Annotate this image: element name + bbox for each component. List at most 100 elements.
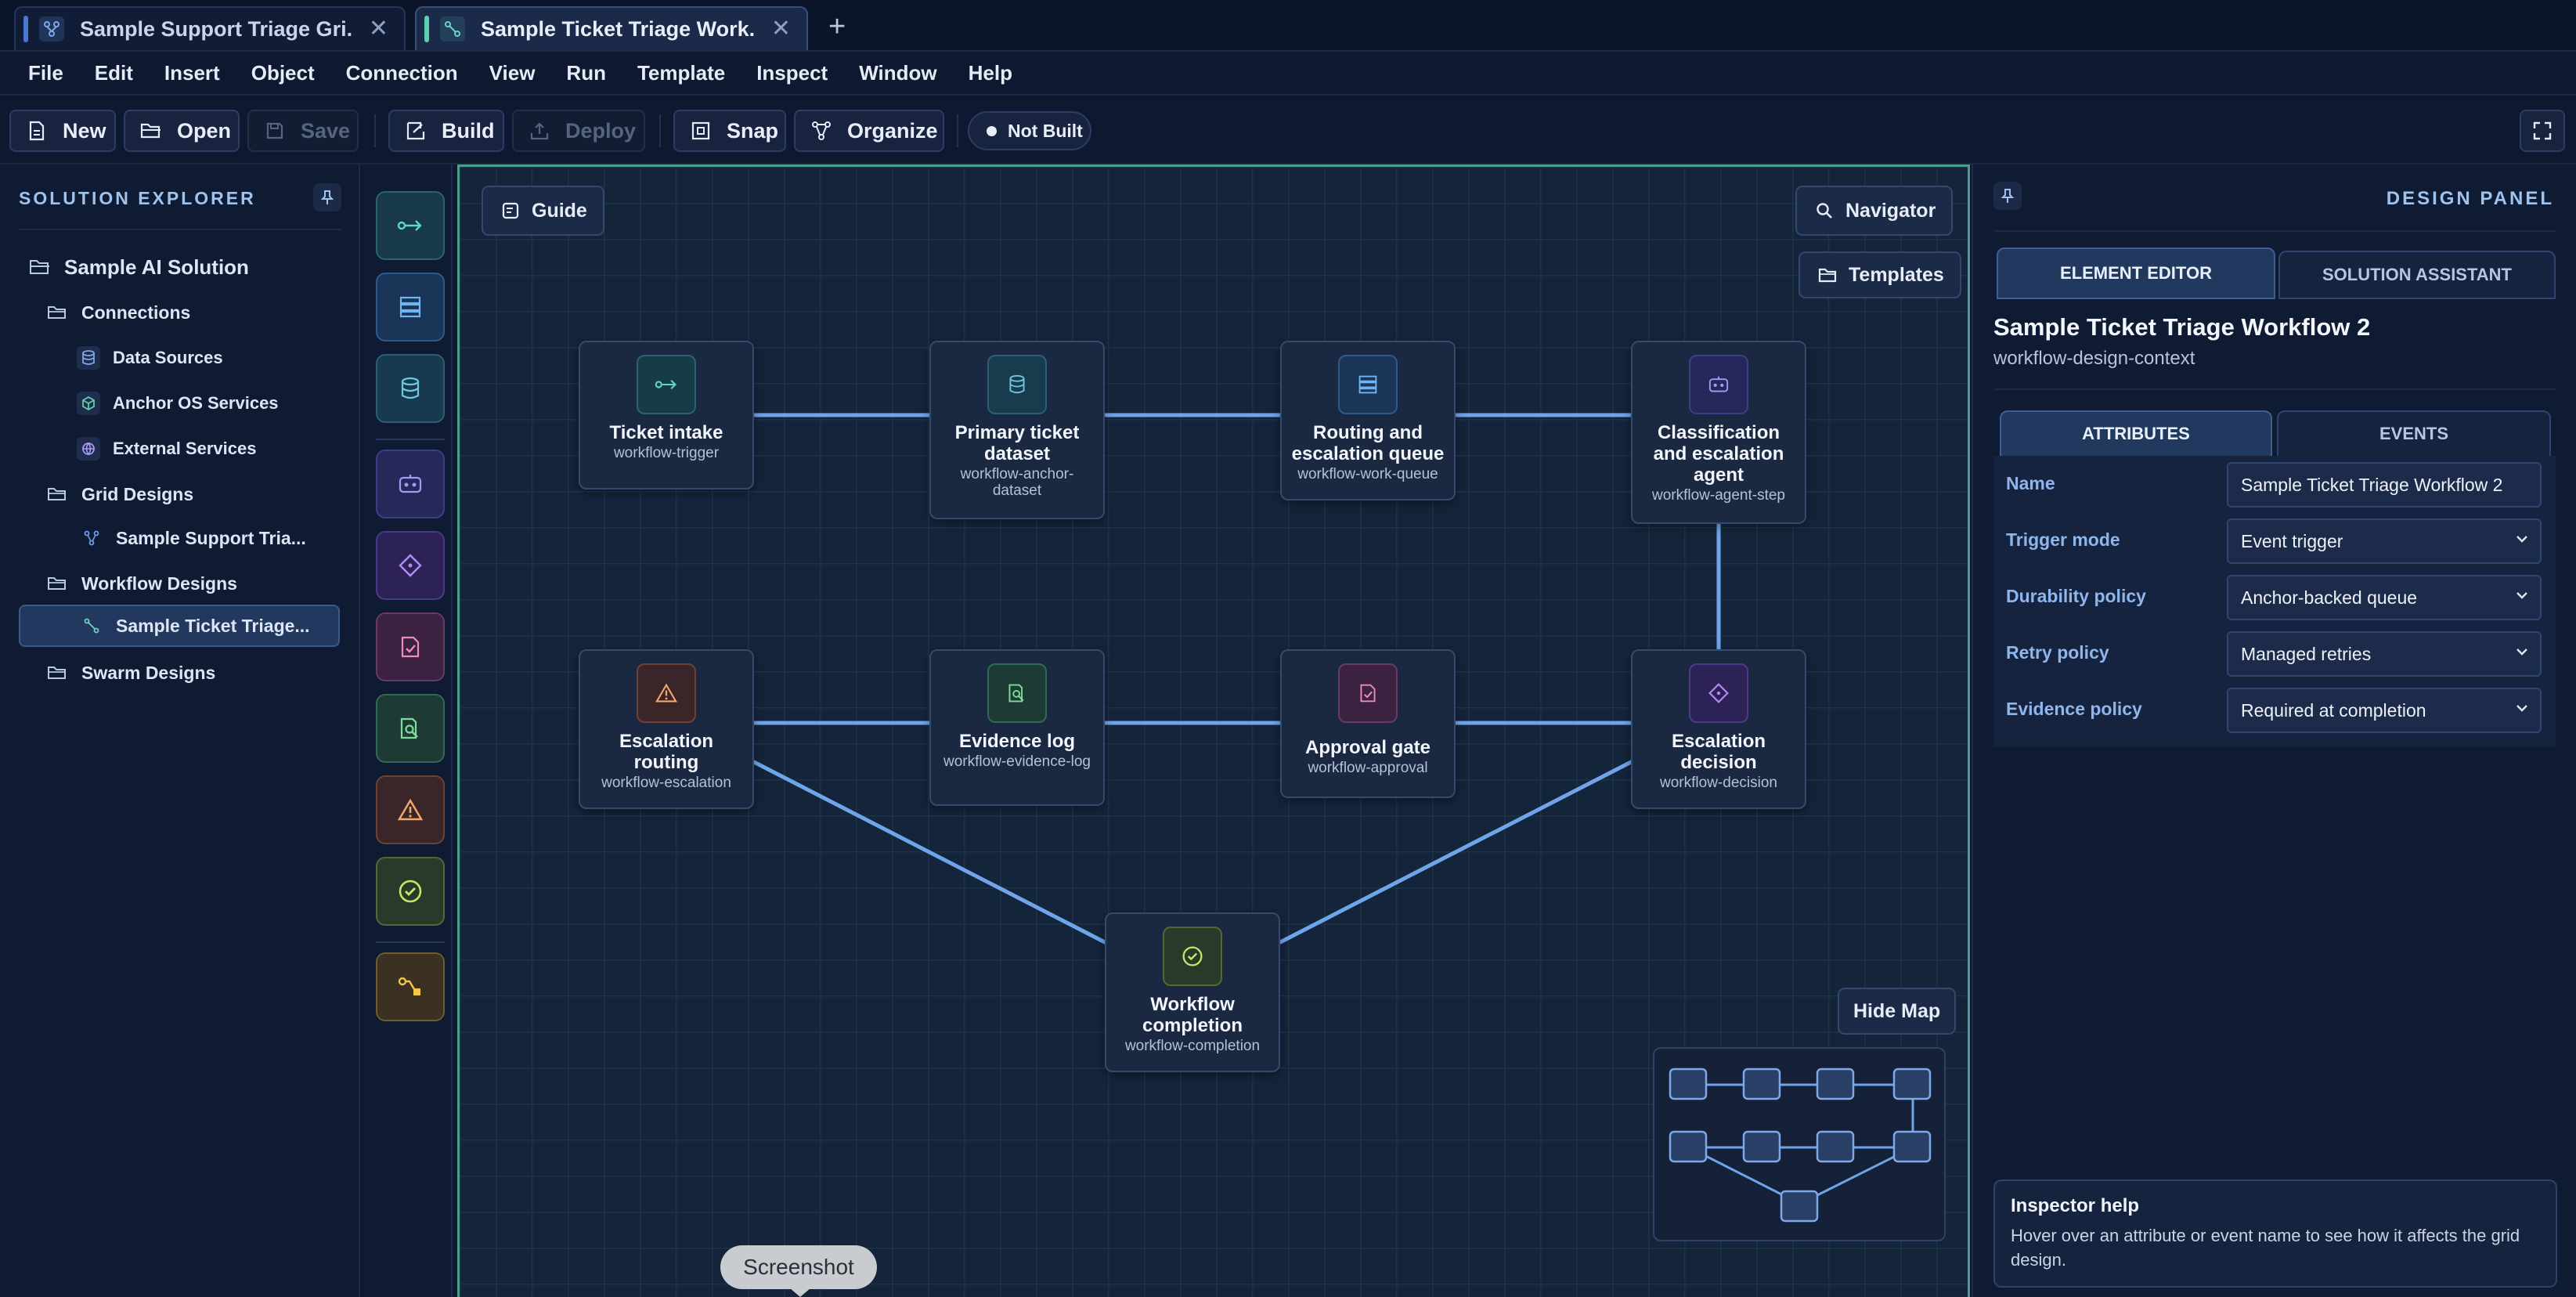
guide-button[interactable]: Guide bbox=[482, 186, 604, 236]
organize-button[interactable]: Organize bbox=[794, 110, 944, 152]
tree-item-external-services[interactable]: External Services bbox=[77, 429, 256, 468]
tab-element-editor[interactable]: ELEMENT EDITOR bbox=[1997, 247, 2275, 299]
templates-button[interactable]: Templates bbox=[1799, 251, 1961, 298]
node-evidence-log[interactable]: Evidence log workflow-evidence-log bbox=[929, 649, 1105, 806]
trigger-mode-select[interactable]: Event trigger bbox=[2227, 518, 2542, 564]
toolbar: New Open Save Build Deploy Snap Organize… bbox=[0, 94, 2576, 164]
close-icon[interactable]: ✕ bbox=[771, 17, 791, 41]
node-classification-agent[interactable]: Classification and escalation agent work… bbox=[1631, 341, 1806, 524]
retry-policy-select[interactable]: Managed retries bbox=[2227, 631, 2542, 677]
menu-insert[interactable]: Insert bbox=[164, 61, 220, 85]
folder-icon bbox=[45, 661, 69, 685]
node-routing-escalation-queue[interactable]: Routing and escalation queue workflow-wo… bbox=[1280, 341, 1456, 500]
attribute-label: Durability policy bbox=[2006, 586, 2146, 606]
node-type: workflow-decision bbox=[1660, 775, 1777, 791]
attribute-label: Name bbox=[2006, 473, 2055, 493]
node-escalation-decision[interactable]: Escalation decision workflow-decision bbox=[1631, 649, 1806, 809]
deploy-button[interactable]: Deploy bbox=[512, 110, 645, 152]
tree-item-swarm-designs[interactable]: Swarm Designs bbox=[45, 653, 215, 692]
palette-agent[interactable] bbox=[376, 450, 445, 518]
node-workflow-completion[interactable]: Workflow completion workflow-completion bbox=[1105, 912, 1280, 1072]
tree-item-workflow-design-file[interactable]: Sample Ticket Triage... bbox=[19, 605, 340, 647]
open-button[interactable]: Open bbox=[124, 110, 240, 152]
tree-item-connections[interactable]: Connections bbox=[45, 293, 190, 332]
tree-item-solution[interactable]: Sample AI Solution bbox=[28, 247, 249, 287]
new-tab-button[interactable]: + bbox=[828, 11, 846, 42]
node-primary-ticket-dataset[interactable]: Primary ticket dataset workflow-anchor-d… bbox=[929, 341, 1105, 519]
snap-button[interactable]: Snap bbox=[673, 110, 786, 152]
menu-object[interactable]: Object bbox=[251, 61, 315, 85]
palette-queue[interactable] bbox=[376, 273, 445, 341]
tree-item-label: Connections bbox=[81, 302, 191, 323]
tab-accent bbox=[424, 16, 429, 42]
tree-item-anchor-os[interactable]: Anchor OS Services bbox=[77, 384, 279, 423]
menu-template[interactable]: Template bbox=[637, 61, 725, 85]
warning-icon bbox=[398, 798, 423, 822]
palette-connector[interactable] bbox=[376, 952, 445, 1021]
tree-item-grid-designs[interactable]: Grid Designs bbox=[45, 475, 193, 514]
panel-divider bbox=[1995, 230, 2556, 232]
tab-grid-design[interactable]: Sample Support Triage Gri... ✕ bbox=[14, 6, 406, 50]
durability-policy-value: Anchor-backed queue bbox=[2241, 587, 2418, 608]
pin-icon[interactable] bbox=[313, 183, 341, 211]
design-panel: DESIGN PANEL ELEMENT EDITOR SOLUTION ASS… bbox=[1972, 164, 2576, 1297]
globe-icon bbox=[77, 437, 100, 461]
new-label: New bbox=[63, 118, 106, 143]
element-subtitle: workflow-design-context bbox=[1993, 348, 2195, 369]
navigator-label: Navigator bbox=[1845, 199, 1936, 222]
pin-icon[interactable] bbox=[1993, 182, 2022, 210]
chevron-down-icon bbox=[2515, 703, 2529, 713]
node-escalation-routing[interactable]: Escalation routing workflow-escalation bbox=[579, 649, 754, 809]
completion-icon bbox=[1163, 927, 1222, 986]
navigator-button[interactable]: Navigator bbox=[1795, 186, 1954, 236]
close-icon[interactable]: ✕ bbox=[369, 17, 388, 41]
evidence-policy-select[interactable]: Required at completion bbox=[2227, 688, 2542, 733]
element-palette bbox=[362, 164, 453, 1297]
node-approval-gate[interactable]: Approval gate workflow-approval bbox=[1280, 649, 1456, 798]
palette-completion[interactable] bbox=[376, 857, 445, 926]
fullscreen-button[interactable] bbox=[2520, 110, 2565, 152]
save-label: Save bbox=[301, 118, 351, 143]
new-button[interactable]: New bbox=[9, 110, 116, 152]
palette-trigger[interactable] bbox=[376, 191, 445, 260]
tab-solution-assistant[interactable]: SOLUTION ASSISTANT bbox=[2278, 251, 2556, 299]
menu-view[interactable]: View bbox=[489, 61, 536, 85]
tree-item-data-sources[interactable]: Data Sources bbox=[77, 338, 223, 378]
cube-icon bbox=[77, 392, 100, 415]
minimap[interactable] bbox=[1653, 1047, 1946, 1241]
palette-evidence[interactable] bbox=[376, 694, 445, 763]
folder-open-icon bbox=[28, 255, 52, 279]
name-input[interactable]: Sample Ticket Triage Workflow 2 bbox=[2227, 462, 2542, 508]
menu-help[interactable]: Help bbox=[969, 61, 1012, 85]
menu-inspect[interactable]: Inspect bbox=[756, 61, 828, 85]
menu-file[interactable]: File bbox=[28, 61, 63, 85]
chevron-down-icon bbox=[2515, 647, 2529, 656]
save-button[interactable]: Save bbox=[247, 110, 359, 152]
tab-attributes[interactable]: ATTRIBUTES bbox=[2000, 410, 2272, 457]
tab-events[interactable]: EVENTS bbox=[2277, 410, 2551, 457]
node-type: workflow-anchor-dataset bbox=[960, 466, 1074, 499]
search-icon bbox=[1814, 201, 1835, 221]
palette-divider bbox=[376, 941, 445, 943]
palette-approval[interactable] bbox=[376, 612, 445, 681]
tab-workflow-design[interactable]: Sample Ticket Triage Work... ✕ bbox=[415, 6, 808, 50]
attribute-label: Trigger mode bbox=[2006, 529, 2120, 550]
palette-dataset[interactable] bbox=[376, 354, 445, 423]
node-ticket-intake[interactable]: Ticket intake workflow-trigger bbox=[579, 341, 754, 490]
palette-escalation[interactable] bbox=[376, 775, 445, 844]
workflow-canvas[interactable]: Guide Navigator Templates Ticket intake … bbox=[457, 164, 1970, 1297]
build-button[interactable]: Build bbox=[388, 110, 504, 152]
node-type: workflow-trigger bbox=[613, 445, 720, 461]
palette-decision[interactable] bbox=[376, 531, 445, 600]
menu-edit[interactable]: Edit bbox=[95, 61, 133, 85]
durability-policy-select[interactable]: Anchor-backed queue bbox=[2227, 575, 2542, 620]
tree-item-grid-design-file[interactable]: Sample Support Tria... bbox=[80, 518, 330, 558]
hide-map-button[interactable]: Hide Map bbox=[1838, 988, 1957, 1035]
menu-connection[interactable]: Connection bbox=[346, 61, 458, 85]
tree-item-workflow-designs[interactable]: Workflow Designs bbox=[45, 564, 237, 603]
menu-window[interactable]: Window bbox=[859, 61, 936, 85]
attribute-label: Evidence policy bbox=[2006, 699, 2142, 719]
menu-run[interactable]: Run bbox=[566, 61, 606, 85]
screenshot-button[interactable]: Screenshot bbox=[720, 1245, 877, 1289]
inspector-help-title: Inspector help bbox=[2011, 1195, 2140, 1216]
